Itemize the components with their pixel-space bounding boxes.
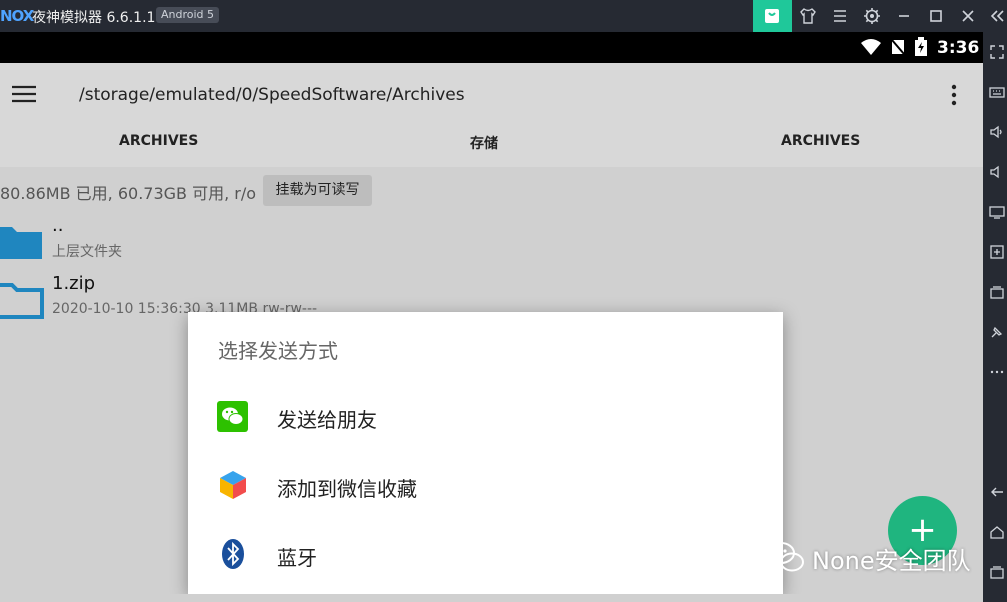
mount-rw-button[interactable]: 挂载为可读写 (263, 175, 372, 206)
screen-icon[interactable] (989, 204, 1005, 220)
option-label: 发送给朋友 (277, 408, 377, 432)
add-apk-icon[interactable] (989, 244, 1005, 260)
nox-logo: NOX (0, 7, 34, 25)
more-icon[interactable] (989, 364, 1005, 380)
no-signal-icon (891, 39, 905, 55)
app-title: 夜神模拟器 6.6.1.1 (32, 10, 156, 26)
option-add-to-favorites[interactable]: 添加到微信收藏 (188, 453, 783, 517)
android-version-badge: Android 5 (156, 7, 220, 23)
menu-lines-icon[interactable] (830, 6, 850, 26)
watermark-text: None安全团队 (812, 547, 971, 575)
clock: 3:36 (937, 38, 980, 58)
folder-icon (0, 227, 42, 259)
current-path: /storage/emulated/0/SpeedSoftware/Archiv… (79, 85, 465, 105)
recent-apps-icon[interactable] (989, 564, 1005, 580)
option-send-to-friend[interactable]: 发送给朋友 (188, 384, 783, 448)
pin-icon[interactable] (989, 324, 1005, 340)
wechat-watermark-icon (767, 542, 804, 572)
option-bluetooth[interactable]: 蓝牙 (188, 522, 783, 586)
tab-archives-2[interactable]: ARCHIVES (781, 133, 860, 149)
home-icon[interactable] (989, 524, 1005, 540)
bluetooth-icon (222, 539, 244, 569)
option-label: 添加到微信收藏 (277, 477, 417, 501)
back-icon[interactable] (989, 484, 1005, 500)
list-item-subtitle: 上层文件夹 (52, 244, 122, 260)
shop-bag-button[interactable] (753, 0, 792, 32)
option-label: 蓝牙 (277, 546, 317, 570)
dialog-title: 选择发送方式 (218, 339, 338, 363)
skin-shirt-icon[interactable] (798, 6, 818, 26)
list-item-title: .. (52, 215, 64, 236)
collapse-sidebar-icon[interactable] (987, 6, 1007, 26)
list-item-parent[interactable]: .. 上层文件夹 (0, 215, 980, 271)
share-dialog: 选择发送方式 发送给朋友 添加到微信收藏 蓝牙 (188, 312, 783, 594)
gear-icon[interactable] (862, 6, 882, 26)
tab-archives[interactable]: ARCHIVES (119, 133, 198, 149)
keyboard-icon[interactable] (989, 84, 1005, 100)
archive-folder-icon (0, 283, 44, 319)
emulator-titlebar: NOX 夜神模拟器 6.6.1.1 Android 5 (0, 0, 1007, 32)
volume-down-icon[interactable] (989, 164, 1005, 180)
android-statusbar: 3:36 (0, 32, 983, 63)
minimize-icon[interactable] (894, 6, 914, 26)
volume-up-icon[interactable] (989, 124, 1005, 140)
maximize-icon[interactable] (926, 6, 946, 26)
list-item-title: 1.zip (52, 273, 96, 294)
emulator-toolbar-right (983, 32, 1007, 602)
hamburger-menu-icon[interactable] (12, 84, 36, 104)
wechat-favorites-icon (220, 471, 246, 499)
bottom-strip (0, 594, 983, 602)
close-icon[interactable] (958, 6, 978, 26)
tab-storage[interactable]: 存储 (470, 133, 498, 153)
battery-charging-icon (915, 37, 927, 56)
bag-icon (765, 9, 779, 23)
wechat-icon (217, 401, 248, 432)
multi-instance-icon[interactable] (989, 284, 1005, 300)
wifi-icon (861, 39, 881, 55)
overflow-menu-icon[interactable] (950, 84, 958, 106)
fullscreen-icon[interactable] (989, 44, 1005, 60)
storage-info: 80.86MB 已用, 60.73GB 可用, r/o (0, 184, 257, 203)
